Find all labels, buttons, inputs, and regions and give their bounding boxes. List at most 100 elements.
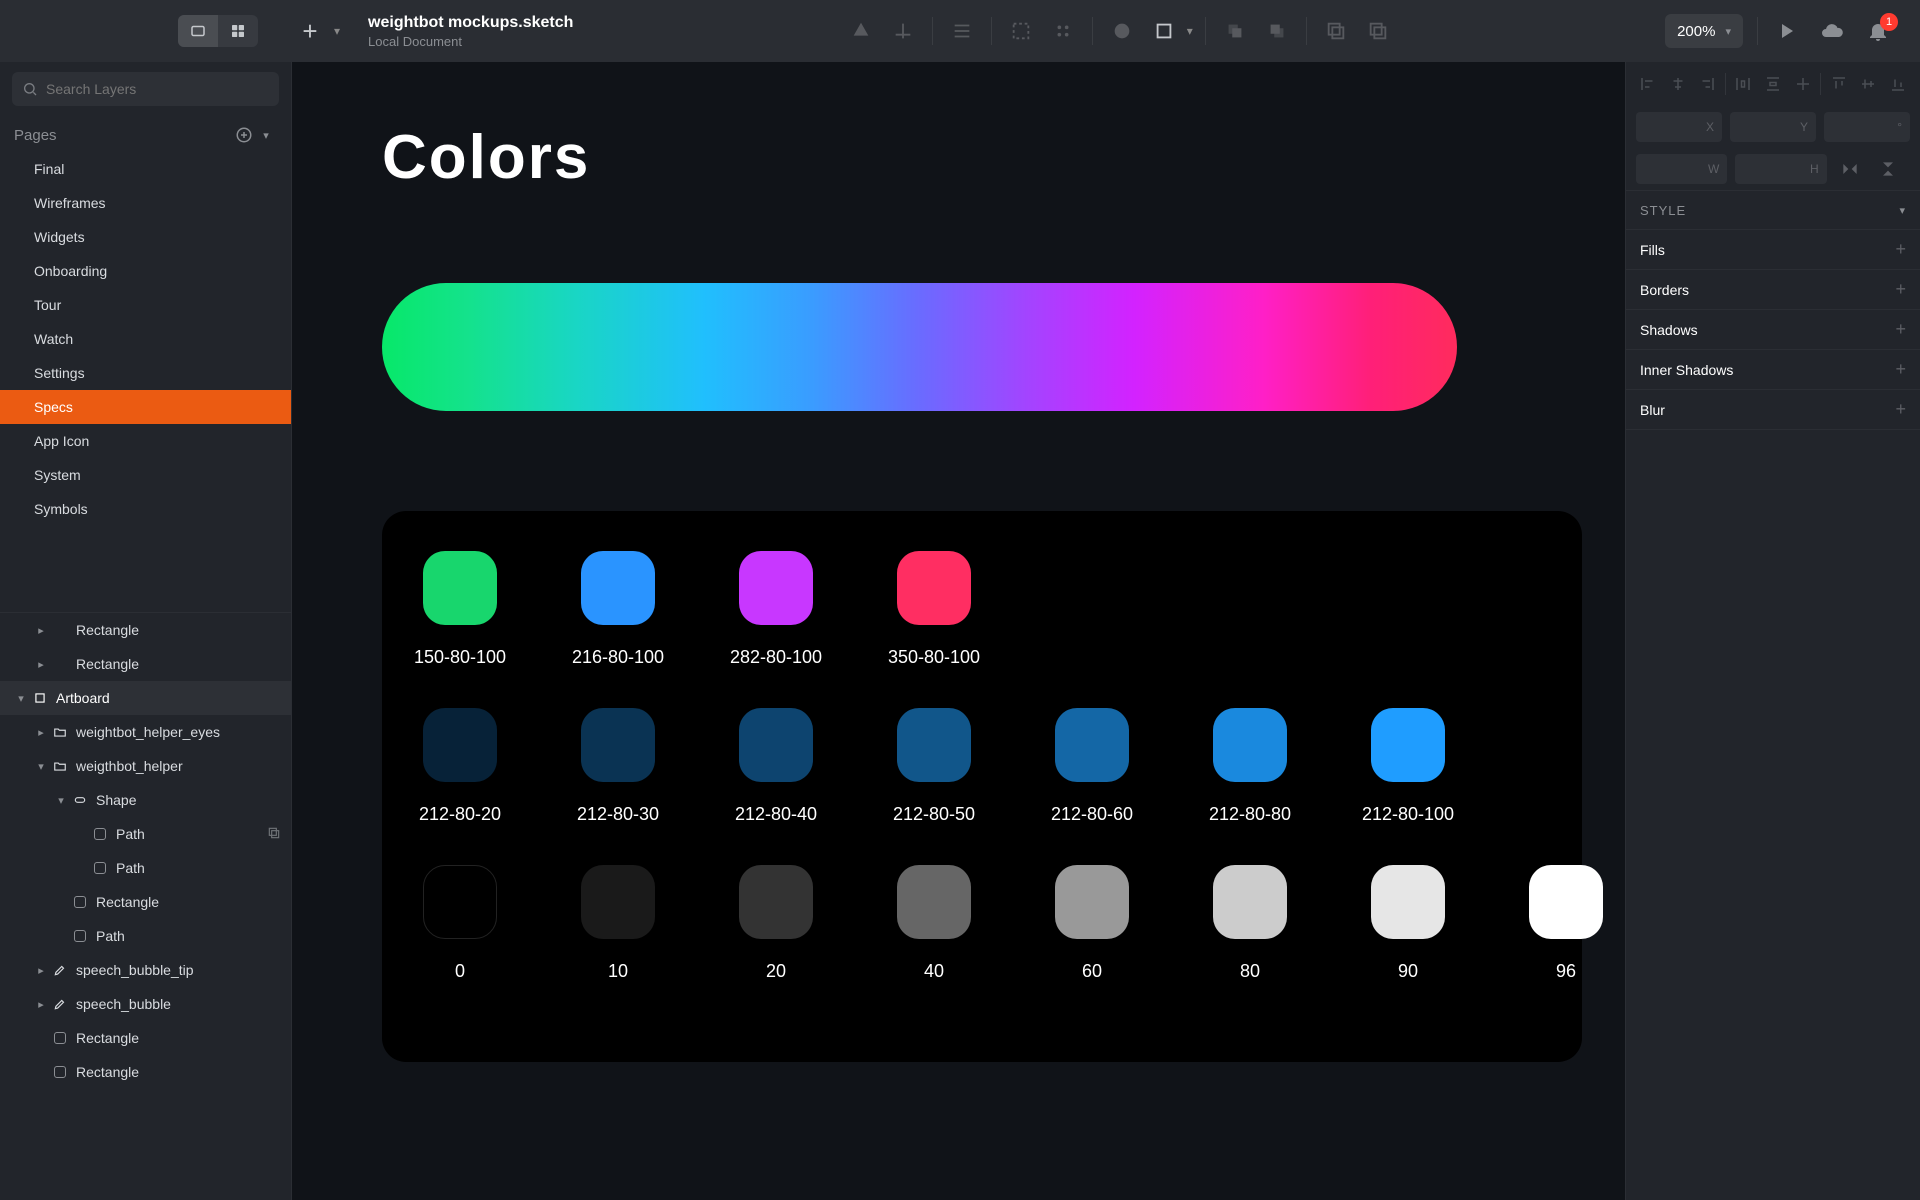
- layer-row[interactable]: ▸speech_bubble_tip: [0, 953, 291, 987]
- style-section[interactable]: Blur+: [1626, 390, 1920, 430]
- shape-tool-icon[interactable]: [844, 14, 878, 48]
- layer-row[interactable]: ▾ Artboard: [0, 681, 291, 715]
- swatch-label: 96: [1556, 961, 1576, 982]
- layer-row[interactable]: Path: [0, 919, 291, 953]
- edit-tool-icon[interactable]: [886, 14, 920, 48]
- prop-w[interactable]: W: [1636, 154, 1727, 184]
- swatch: [739, 865, 813, 939]
- layer-label: Artboard: [56, 690, 281, 706]
- disclosure-icon[interactable]: ▾: [52, 794, 70, 807]
- preview-button[interactable]: [1772, 17, 1800, 45]
- page-item[interactable]: Watch: [0, 322, 291, 356]
- scale-tool-icon[interactable]: [1147, 14, 1181, 48]
- prop-x[interactable]: X: [1636, 112, 1722, 142]
- scale-chevron-icon[interactable]: ▾: [1187, 24, 1193, 38]
- align-top-icon[interactable]: [1827, 72, 1851, 96]
- insert-chevron-icon[interactable]: ▾: [334, 24, 340, 38]
- add-page-button[interactable]: [233, 124, 255, 146]
- layer-row[interactable]: ▸Rectangle: [0, 613, 291, 647]
- page-item[interactable]: App Icon: [0, 424, 291, 458]
- collapse-pages-button[interactable]: ▾: [255, 124, 277, 146]
- add-style-icon[interactable]: +: [1895, 359, 1906, 380]
- align-tool-icon[interactable]: [945, 14, 979, 48]
- canvas-area[interactable]: Colors 150-80-100216-80-100282-80-100350…: [292, 62, 1625, 1200]
- insert-button[interactable]: +: [296, 17, 324, 45]
- page-item[interactable]: Specs: [0, 390, 291, 424]
- notifications-button[interactable]: 1: [1864, 17, 1892, 45]
- zoom-select[interactable]: 200% ▾: [1665, 14, 1743, 48]
- disclosure-icon[interactable]: ▸: [32, 726, 50, 739]
- layer-type-icon: [90, 828, 110, 840]
- layer-row[interactable]: ▸Rectangle: [0, 647, 291, 681]
- layer-row[interactable]: Rectangle: [0, 1055, 291, 1089]
- search-layers-field[interactable]: [12, 72, 279, 106]
- group-tool-icon[interactable]: [1004, 14, 1038, 48]
- layer-row[interactable]: Rectangle: [0, 885, 291, 919]
- style-section[interactable]: Fills+: [1626, 230, 1920, 270]
- page-item[interactable]: Final: [0, 152, 291, 186]
- style-section[interactable]: Borders+: [1626, 270, 1920, 310]
- disclosure-icon[interactable]: ▸: [32, 964, 50, 977]
- layer-row[interactable]: Rectangle: [0, 1021, 291, 1055]
- subtract-tool-icon[interactable]: [1361, 14, 1395, 48]
- page-item[interactable]: Onboarding: [0, 254, 291, 288]
- page-item[interactable]: System: [0, 458, 291, 492]
- tidy-icon[interactable]: [1791, 72, 1815, 96]
- layer-row[interactable]: ▸weightbot_helper_eyes: [0, 715, 291, 749]
- page-item[interactable]: Widgets: [0, 220, 291, 254]
- flip-h-icon[interactable]: [1835, 154, 1865, 184]
- mask-tool-icon[interactable]: [1105, 14, 1139, 48]
- swatch: [897, 708, 971, 782]
- layer-label: Path: [116, 826, 261, 842]
- page-item[interactable]: Settings: [0, 356, 291, 390]
- distribute-v-icon[interactable]: [1761, 72, 1785, 96]
- prop-y[interactable]: Y: [1730, 112, 1816, 142]
- swatch-item: 96: [1530, 865, 1602, 982]
- page-item[interactable]: Wireframes: [0, 186, 291, 220]
- disclosure-icon[interactable]: ▾: [32, 760, 50, 773]
- style-section[interactable]: Inner Shadows+: [1626, 350, 1920, 390]
- cloud-button[interactable]: [1818, 17, 1846, 45]
- disclosure-icon[interactable]: ▸: [32, 658, 50, 671]
- disclosure-icon[interactable]: ▾: [12, 692, 30, 705]
- flip-v-icon[interactable]: [1873, 154, 1903, 184]
- align-left-icon[interactable]: [1636, 72, 1660, 96]
- prop-angle[interactable]: °: [1824, 112, 1910, 142]
- align-middle-icon[interactable]: [1856, 72, 1880, 96]
- layer-row[interactable]: ▾Shape: [0, 783, 291, 817]
- top-toolbar: + ▾ weightbot mockups.sketch Local Docum…: [0, 0, 1920, 62]
- chevron-down-icon[interactable]: ▾: [1899, 204, 1906, 217]
- page-item[interactable]: Symbols: [0, 492, 291, 526]
- view-list-button[interactable]: [178, 15, 218, 47]
- union-tool-icon[interactable]: [1319, 14, 1353, 48]
- forward-tool-icon[interactable]: [1218, 14, 1252, 48]
- layer-label: Rectangle: [76, 1064, 281, 1080]
- document-title-block: weightbot mockups.sketch Local Document: [350, 14, 573, 49]
- align-bottom-icon[interactable]: [1886, 72, 1910, 96]
- style-section[interactable]: Shadows+: [1626, 310, 1920, 350]
- swatch-label: 212-80-80: [1209, 804, 1291, 825]
- layer-row[interactable]: ▸ speech_bubble: [0, 987, 291, 1021]
- add-style-icon[interactable]: +: [1895, 239, 1906, 260]
- search-input[interactable]: [46, 81, 269, 97]
- swatch-item: 212-80-80: [1214, 708, 1286, 825]
- layer-row[interactable]: Path: [0, 817, 291, 851]
- page-item[interactable]: Tour: [0, 288, 291, 322]
- layer-row[interactable]: Path: [0, 851, 291, 885]
- align-center-h-icon[interactable]: [1666, 72, 1690, 96]
- align-right-icon[interactable]: [1695, 72, 1719, 96]
- add-style-icon[interactable]: +: [1895, 319, 1906, 340]
- add-style-icon[interactable]: +: [1895, 279, 1906, 300]
- disclosure-icon[interactable]: ▸: [32, 998, 50, 1011]
- layer-label: speech_bubble: [76, 996, 281, 1012]
- view-grid-button[interactable]: [218, 15, 258, 47]
- distribute-h-icon[interactable]: [1731, 72, 1755, 96]
- add-style-icon[interactable]: +: [1895, 399, 1906, 420]
- layer-row[interactable]: ▾ weigthbot_helper: [0, 749, 291, 783]
- backward-tool-icon[interactable]: [1260, 14, 1294, 48]
- symbol-tool-icon[interactable]: [1046, 14, 1080, 48]
- disclosure-icon[interactable]: ▸: [32, 624, 50, 637]
- layer-label: weigthbot_helper: [76, 758, 281, 774]
- prop-h[interactable]: H: [1735, 154, 1826, 184]
- swatch: [581, 865, 655, 939]
